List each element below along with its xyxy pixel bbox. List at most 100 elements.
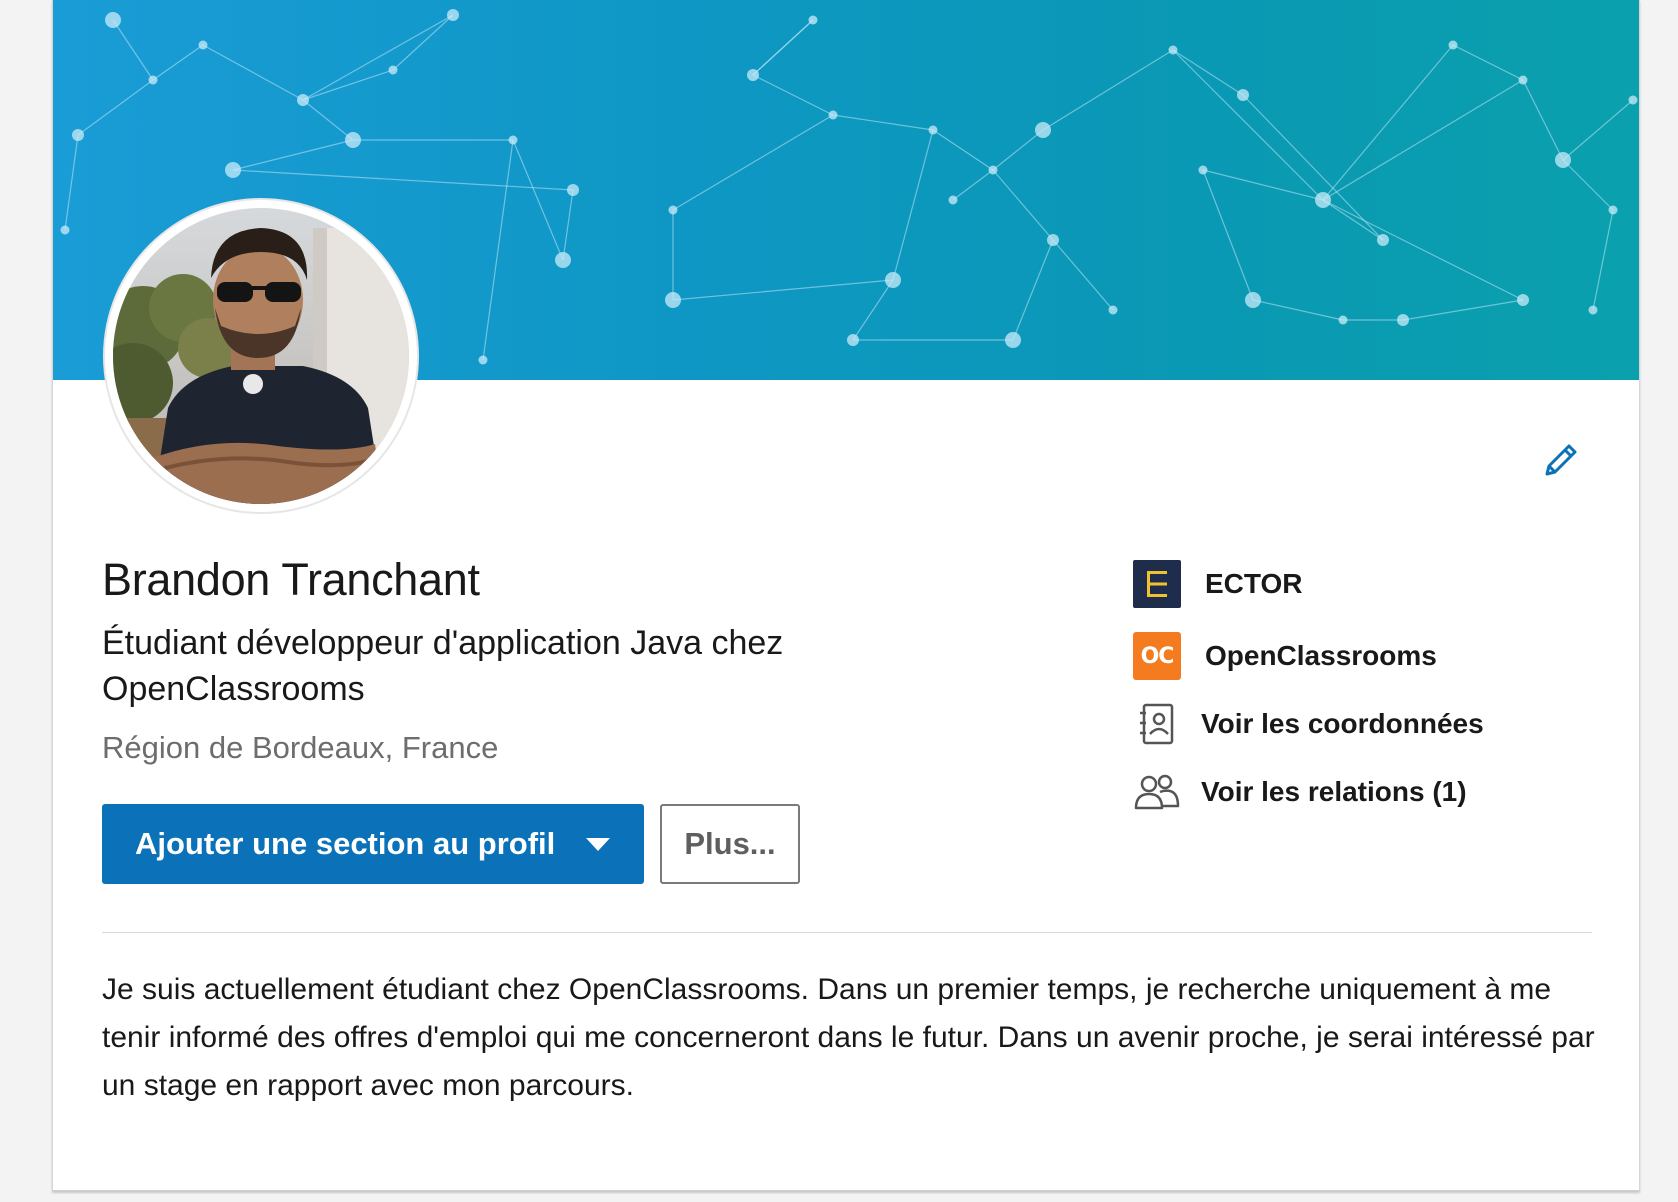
network-node — [1338, 315, 1348, 325]
network-node — [1315, 192, 1331, 208]
network-node — [1237, 89, 1249, 101]
network-node — [1588, 305, 1598, 315]
network-line — [392, 14, 454, 71]
network-line — [512, 139, 564, 261]
network-node — [555, 252, 571, 268]
network-node — [1628, 95, 1638, 105]
network-line — [302, 14, 454, 101]
network-line — [1202, 169, 1324, 201]
network-line — [1322, 44, 1454, 201]
network-line — [232, 139, 354, 171]
network-line — [1042, 49, 1174, 131]
network-node — [1397, 314, 1409, 326]
network-line — [1592, 209, 1614, 311]
network-line — [992, 129, 1044, 171]
openclassrooms-logo: OC — [1133, 632, 1181, 680]
network-node — [988, 165, 998, 175]
network-node — [60, 225, 70, 235]
network-node — [148, 75, 158, 85]
more-button[interactable]: Plus... — [660, 804, 800, 884]
network-line — [562, 189, 574, 261]
network-line — [892, 129, 934, 281]
network-line — [302, 99, 354, 141]
network-node — [808, 15, 818, 25]
sidebar-item-ector[interactable]: ECTOR — [1133, 560, 1303, 608]
network-line — [482, 139, 514, 361]
network-node — [1448, 40, 1458, 50]
add-profile-section-label: Ajouter une section au profil — [135, 826, 556, 861]
sidebar-item-contact-info[interactable]: Voir les coordonnées — [1133, 700, 1484, 748]
profile-headline: Étudiant développeur d'application Java … — [102, 624, 784, 708]
network-line — [832, 114, 934, 131]
network-node — [668, 205, 678, 215]
network-line — [112, 19, 154, 81]
avatar[interactable] — [105, 200, 417, 512]
network-node — [928, 125, 938, 135]
network-line — [672, 279, 894, 301]
network-line — [1242, 94, 1384, 241]
network-node — [847, 334, 859, 346]
network-node — [72, 129, 84, 141]
network-line — [1172, 49, 1244, 96]
network-line — [1452, 44, 1524, 81]
network-node — [1035, 122, 1051, 138]
network-line — [1052, 239, 1114, 311]
network-node — [1005, 332, 1021, 348]
network-node — [447, 9, 459, 21]
sidebar-item-label: Voir les relations (1) — [1201, 776, 1467, 807]
network-line — [1402, 299, 1524, 321]
network-line — [232, 169, 574, 191]
network-node — [1168, 45, 1178, 55]
network-node — [1377, 234, 1389, 246]
network-line — [202, 44, 304, 101]
network-node — [885, 272, 901, 288]
network-node — [1555, 152, 1571, 168]
profile-card: Brandon Tranchant Étudiant développeur d… — [52, 0, 1640, 1191]
people-icon — [1133, 768, 1181, 816]
sidebar-item-openclassrooms[interactable]: OC OpenClassrooms — [1133, 632, 1437, 680]
network-line — [672, 114, 834, 211]
section-divider — [102, 932, 1592, 933]
network-node — [567, 184, 579, 196]
network-line — [1562, 159, 1614, 211]
network-node — [1518, 75, 1528, 85]
network-line — [752, 19, 814, 76]
network-line — [932, 129, 994, 171]
network-node — [478, 355, 488, 365]
network-node — [297, 94, 309, 106]
sidebar-item-label: ECTOR — [1205, 568, 1303, 599]
sidebar-item-connections[interactable]: Voir les relations (1) — [1133, 768, 1467, 816]
add-profile-section-button[interactable]: Ajouter une section au profil — [102, 804, 644, 884]
network-line — [1562, 99, 1634, 161]
network-node — [948, 195, 958, 205]
network-node — [1517, 294, 1529, 306]
ector-logo — [1133, 560, 1181, 608]
network-node — [225, 162, 241, 178]
network-line — [752, 74, 834, 116]
network-line — [1322, 199, 1524, 301]
network-line — [1252, 299, 1344, 321]
network-line — [952, 169, 994, 201]
network-line — [1522, 79, 1564, 161]
edit-profile-icon[interactable] — [1537, 438, 1583, 484]
network-line — [1172, 49, 1324, 201]
network-node — [508, 135, 518, 145]
network-line — [1322, 199, 1384, 241]
network-line — [852, 279, 894, 341]
network-node — [388, 65, 398, 75]
network-node — [198, 40, 208, 50]
network-node — [345, 132, 361, 148]
network-node — [1047, 234, 1059, 246]
network-node — [1608, 205, 1618, 215]
openclassrooms-logo-text: OC — [1140, 643, 1175, 669]
network-line — [1202, 169, 1254, 301]
profile-summary: Je suis actuellement étudiant chez OpenC… — [102, 973, 1595, 1102]
network-node — [747, 69, 759, 81]
network-node — [105, 12, 121, 28]
network-node — [1198, 165, 1208, 175]
network-node — [828, 110, 838, 120]
profile-name: Brandon Tranchant — [102, 554, 480, 605]
contact-card-icon — [1133, 700, 1181, 748]
network-line — [77, 79, 154, 136]
caret-down-icon — [586, 838, 610, 851]
